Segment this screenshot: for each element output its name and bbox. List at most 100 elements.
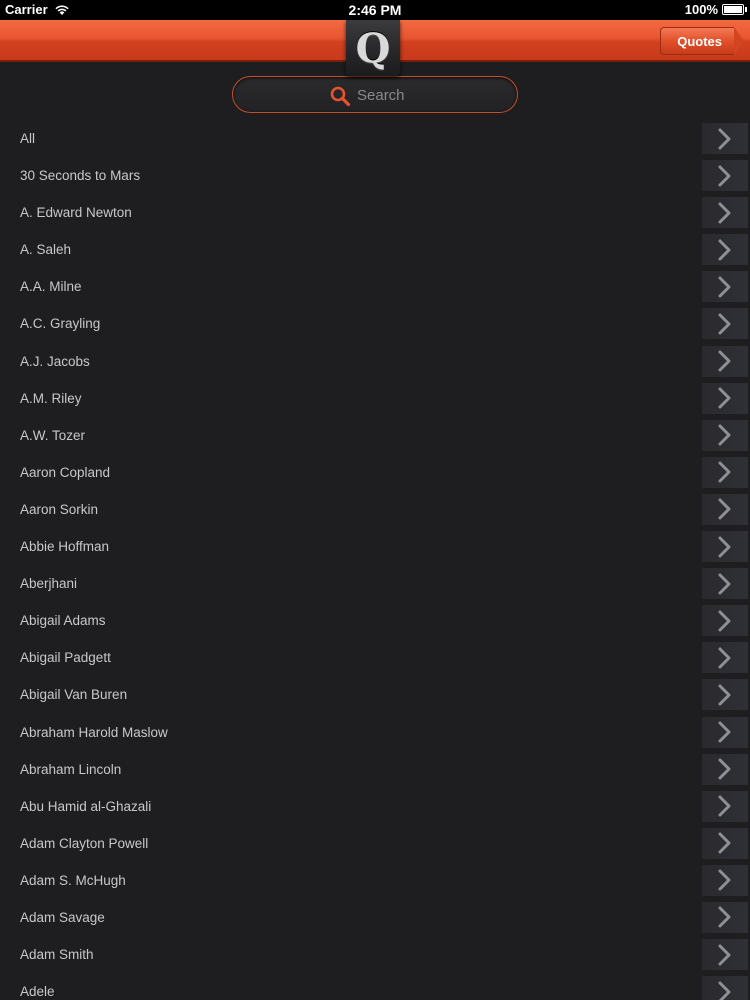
chevron-right-icon bbox=[718, 387, 731, 409]
chevron-right-icon bbox=[718, 276, 731, 298]
chevron-right-icon bbox=[718, 313, 731, 335]
list-item[interactable]: Adam Clayton Powell bbox=[0, 825, 750, 862]
list-item[interactable]: A.J. Jacobs bbox=[0, 343, 750, 380]
list-item[interactable]: A. Saleh bbox=[0, 231, 750, 268]
disclosure-button[interactable] bbox=[702, 679, 748, 711]
list-item[interactable]: Aaron Copland bbox=[0, 454, 750, 491]
disclosure-button[interactable] bbox=[702, 197, 748, 229]
list-item[interactable]: Aberjhani bbox=[0, 565, 750, 602]
chevron-right-icon bbox=[718, 573, 731, 595]
chevron-right-icon bbox=[718, 424, 731, 446]
chevron-right-icon bbox=[718, 461, 731, 483]
app-logo: Q bbox=[346, 20, 400, 76]
disclosure-button[interactable] bbox=[702, 345, 748, 377]
list-item-label: A. Edward Newton bbox=[20, 205, 132, 221]
quotes-button[interactable]: Quotes bbox=[660, 26, 744, 56]
disclosure-button[interactable] bbox=[702, 160, 748, 192]
chevron-right-icon bbox=[718, 536, 731, 558]
list-item-label: All bbox=[20, 131, 36, 146]
quotes-button-arrow bbox=[734, 27, 744, 55]
disclosure-button[interactable] bbox=[702, 531, 748, 563]
list-item[interactable]: Abigail Van Buren bbox=[0, 676, 750, 713]
disclosure-button[interactable] bbox=[702, 234, 748, 266]
list-item[interactable]: A.W. Tozer bbox=[0, 417, 750, 454]
list-item[interactable]: A.A. Milne bbox=[0, 268, 750, 305]
list-item-label: A. Saleh bbox=[20, 242, 72, 258]
chevron-right-icon bbox=[718, 981, 731, 1000]
search-input[interactable] bbox=[357, 83, 507, 107]
chevron-right-icon bbox=[718, 498, 731, 520]
list-item-label: Abraham Lincoln bbox=[20, 761, 122, 777]
disclosure-button[interactable] bbox=[702, 642, 748, 674]
author-list: All 30 Seconds to Mars A. Edward Newton A. … bbox=[0, 120, 750, 1000]
clock: 2:46 PM bbox=[348, 2, 402, 18]
list-item-label: A.C. Grayling bbox=[20, 316, 101, 332]
list-item[interactable]: Aaron Sorkin bbox=[0, 491, 750, 528]
chevron-right-icon bbox=[718, 202, 731, 224]
list-item-label: A.W. Tozer bbox=[20, 427, 86, 443]
list-item-label: A.A. Milne bbox=[20, 279, 82, 295]
battery-indicator: 100% bbox=[684, 2, 747, 17]
list-item[interactable]: Abigail Padgett bbox=[0, 639, 750, 676]
list-item-label: Abigail Van Buren bbox=[20, 687, 128, 703]
chevron-right-icon bbox=[718, 721, 731, 743]
list-item[interactable]: Abigail Adams bbox=[0, 602, 750, 639]
list-item[interactable]: All bbox=[0, 120, 750, 157]
list-item[interactable]: 30 Seconds to Mars bbox=[0, 157, 750, 194]
chevron-right-icon bbox=[718, 944, 731, 966]
disclosure-button[interactable] bbox=[702, 493, 748, 525]
list-item[interactable]: Abbie Hoffman bbox=[0, 528, 750, 565]
disclosure-button[interactable] bbox=[702, 827, 748, 859]
chevron-right-icon bbox=[718, 906, 731, 928]
list-item-label: Adam Clayton Powell bbox=[20, 835, 149, 851]
disclosure-button[interactable] bbox=[702, 308, 748, 340]
disclosure-button[interactable] bbox=[702, 901, 748, 933]
disclosure-button[interactable] bbox=[702, 864, 748, 896]
logo-letter: Q bbox=[355, 24, 391, 72]
list-item[interactable]: Adam Smith bbox=[0, 936, 750, 973]
disclosure-button[interactable] bbox=[702, 271, 748, 303]
chevron-right-icon bbox=[718, 239, 731, 261]
list-item[interactable]: Adele bbox=[0, 973, 750, 1000]
list-item[interactable]: A.C. Grayling bbox=[0, 305, 750, 342]
disclosure-button[interactable] bbox=[702, 382, 748, 414]
list-item[interactable]: Abraham Lincoln bbox=[0, 751, 750, 788]
list-item-label: A.J. Jacobs bbox=[20, 353, 90, 369]
search-field[interactable] bbox=[232, 76, 518, 113]
disclosure-button[interactable] bbox=[702, 605, 748, 637]
disclosure-button[interactable] bbox=[702, 790, 748, 822]
search-icon bbox=[330, 86, 351, 107]
chevron-right-icon bbox=[718, 795, 731, 817]
disclosure-button[interactable] bbox=[702, 123, 748, 154]
status-bar: Carrier 2:46 PM 100% bbox=[0, 0, 750, 20]
disclosure-button[interactable] bbox=[702, 456, 748, 488]
list-item[interactable]: A.M. Riley bbox=[0, 380, 750, 417]
list-item-label: Adam S. McHugh bbox=[20, 872, 126, 888]
chevron-right-icon bbox=[718, 350, 731, 372]
chevron-right-icon bbox=[718, 128, 731, 149]
disclosure-button[interactable] bbox=[702, 568, 748, 600]
list-item-label: Adele bbox=[20, 984, 55, 1000]
list-item[interactable]: Abu Hamid al-Ghazali bbox=[0, 788, 750, 825]
list-item-label: A.M. Riley bbox=[20, 390, 82, 406]
chevron-right-icon bbox=[718, 647, 731, 669]
battery-icon bbox=[722, 4, 747, 15]
list-item[interactable]: Abraham Harold Maslow bbox=[0, 714, 750, 751]
list-item-label: Aberjhani bbox=[20, 576, 78, 592]
disclosure-button[interactable] bbox=[702, 419, 748, 451]
disclosure-button[interactable] bbox=[702, 976, 748, 1000]
chevron-right-icon bbox=[718, 165, 731, 187]
list-item-label: Abraham Harold Maslow bbox=[20, 724, 168, 740]
disclosure-button[interactable] bbox=[702, 939, 748, 971]
chevron-right-icon bbox=[718, 869, 731, 891]
disclosure-button[interactable] bbox=[702, 753, 748, 785]
list-item[interactable]: A. Edward Newton bbox=[0, 194, 750, 231]
list-item-label: Adam Savage bbox=[20, 909, 105, 925]
list-item[interactable]: Adam S. McHugh bbox=[0, 862, 750, 899]
battery-percent: 100% bbox=[684, 2, 718, 17]
disclosure-button[interactable] bbox=[702, 716, 748, 748]
app-window: Carrier 2:46 PM 100% Q Quotes All 30 Seco… bbox=[0, 0, 750, 1000]
list-item[interactable]: Adam Savage bbox=[0, 899, 750, 936]
list-item-label: Abbie Hoffman bbox=[20, 539, 110, 555]
list-item-label: Abu Hamid al-Ghazali bbox=[20, 798, 152, 814]
